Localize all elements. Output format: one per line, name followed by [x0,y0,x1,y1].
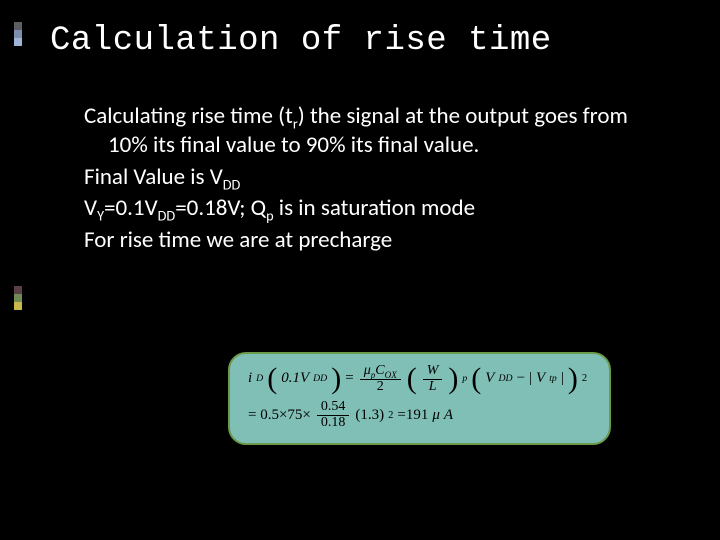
subscript: Y [97,207,104,225]
body-paragraph-4: For rise time we are at precharge [108,226,670,255]
body-paragraph-1: Calculating rise time (tr) the signal at… [108,102,670,161]
frac-num: μpCOX [360,364,401,380]
slide-body: Calculating rise time (tr) the signal at… [56,102,680,255]
text: Calculating rise time (t [84,102,293,130]
abs-bar: | [561,369,564,389]
fraction: W L [423,364,443,394]
body-paragraph-3: VY=0.1VDD=0.18V; Qp is in saturation mod… [108,194,670,223]
paren-left: ( [407,368,417,389]
subscript: p [266,207,274,225]
sub-OX: OX [385,370,397,380]
equation-row-2: = 0.5×75× 0.54 0.18 (1.3)2 =191μA [248,400,587,430]
equals: = [345,369,353,389]
accent-bars-mid [14,286,22,310]
accent-bar [14,30,22,38]
unit-A: A [444,406,453,426]
body-paragraph-2: Final Value is VDD [84,163,670,192]
accent-bar [14,38,22,46]
slide: Calculation of rise time Calculating ris… [0,0,720,540]
mu: μ [364,363,371,378]
text: 0.1V [281,369,309,389]
accent-bar [14,286,22,294]
text: (1.3) [355,406,384,426]
abs-bar: | [529,369,532,389]
frac-den: 2 [373,380,388,395]
frac-den: 0.18 [317,416,350,431]
text: =0.1V [104,194,158,222]
sym-C: C [375,363,384,378]
frac-num: 0.54 [317,400,350,416]
text: = 0.5×75× [248,406,311,426]
paren-left: ( [267,368,277,389]
text: =191 [397,406,428,426]
paren-right: ) [331,368,341,389]
minus: − [517,369,525,389]
equation-row-1: iD (0.1VDD) = μpCOX 2 ( W L )p (VDD − |V… [248,364,587,394]
fraction: 0.54 0.18 [317,400,350,430]
accent-bars-top [14,22,22,46]
text: =0.18V; Q [175,194,266,222]
subscript: DD [158,207,176,225]
text: is in saturation mode [274,194,475,222]
fraction: μpCOX 2 [360,364,401,394]
mu: μ [432,406,440,426]
sym-i: i [248,369,252,389]
accent-bar [14,302,22,310]
frac-num: W [423,364,443,380]
paren-right: ) [448,368,458,389]
slide-title: Calculation of rise time [50,22,680,60]
paren-left: ( [471,368,481,389]
subscript: DD [223,175,241,193]
equation-box-wrap: iD (0.1VDD) = μpCOX 2 ( W L )p (VDD − |V… [228,352,611,445]
accent-bar [14,22,22,30]
text: V [84,194,97,222]
accent-bar [14,294,22,302]
sym-V: V [536,369,545,389]
text: Final Value is V [84,163,223,191]
sym-V: V [485,369,494,389]
paren-right: ) [568,368,578,389]
equation-box: iD (0.1VDD) = μpCOX 2 ( W L )p (VDD − |V… [228,352,611,445]
frac-den: L [425,380,441,395]
